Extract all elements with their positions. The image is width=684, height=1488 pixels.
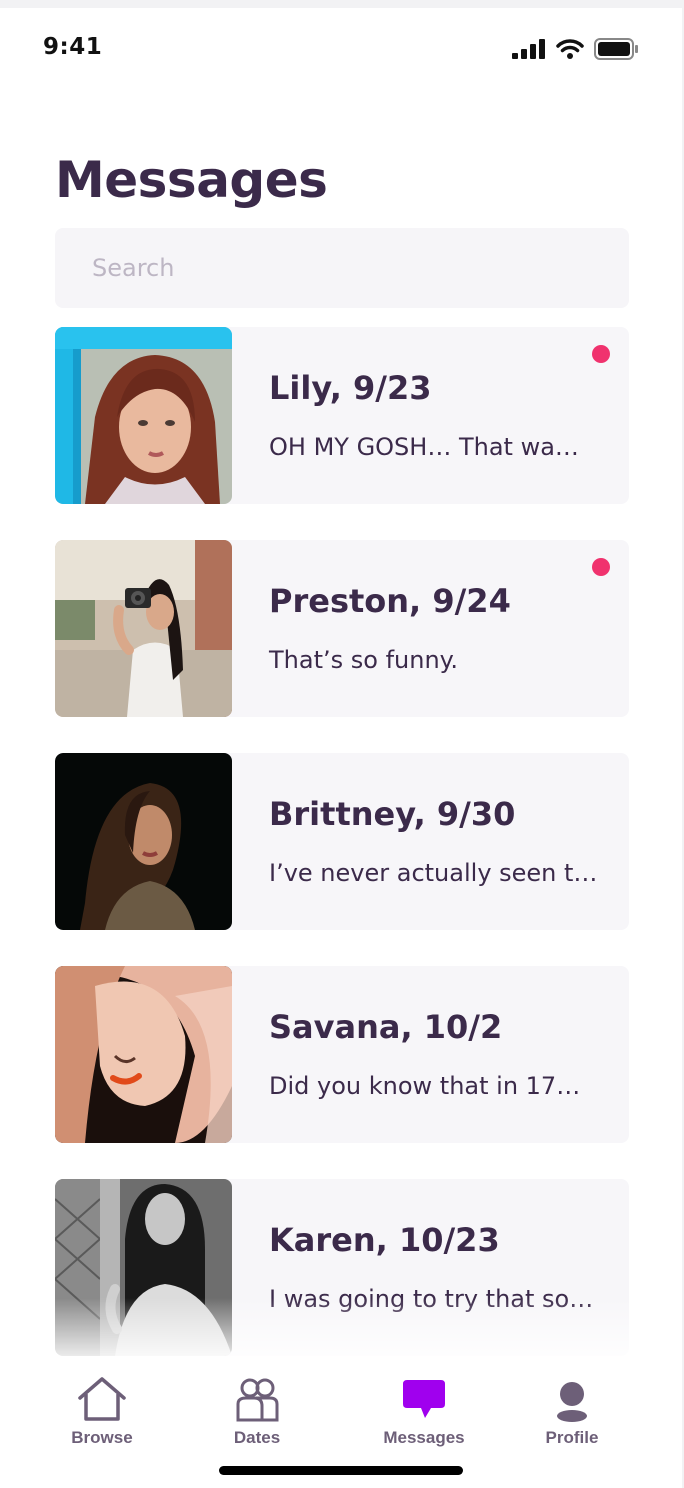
person-icon (512, 1376, 632, 1422)
avatar (55, 966, 232, 1143)
conversation-name: Savana, 10/2 (269, 1008, 503, 1046)
tab-profile[interactable]: Profile (512, 1376, 632, 1448)
message-preview: Did you know that in 17… (269, 1072, 581, 1100)
messages-screen: 9:41 Messages Search Lily, 9/23 OH MY GO… (0, 8, 682, 1488)
conversation-name: Brittney, 9/30 (269, 795, 516, 833)
conversation-card[interactable]: Brittney, 9/30 I’ve never actually seen … (55, 753, 629, 930)
message-preview: I’ve never actually seen t… (269, 859, 598, 887)
unread-indicator (592, 558, 610, 576)
avatar (55, 753, 232, 930)
status-icons (512, 38, 638, 64)
search-input[interactable] (55, 228, 629, 308)
tab-dates[interactable]: Dates (197, 1376, 317, 1448)
page-title: Messages (55, 151, 328, 209)
conversation-card[interactable]: Preston, 9/24 That’s so funny. (55, 540, 629, 717)
conversation-card[interactable]: Lily, 9/23 OH MY GOSH… That wa… (55, 327, 629, 504)
message-preview: That’s so funny. (269, 646, 459, 674)
status-time: 9:41 (43, 34, 103, 60)
home-icon (42, 1376, 162, 1422)
wifi-icon (556, 39, 584, 63)
message-preview: I was going to try that so… (269, 1285, 594, 1313)
tab-label: Profile (545, 1428, 599, 1447)
unread-indicator (592, 345, 610, 363)
conversation-name: Lily, 9/23 (269, 369, 432, 407)
conversation-card[interactable]: Karen, 10/23 I was going to try that so… (55, 1179, 629, 1356)
home-indicator[interactable] (219, 1466, 463, 1475)
cellular-signal-icon (512, 39, 546, 63)
tab-label: Messages (383, 1428, 465, 1447)
battery-icon (594, 38, 638, 64)
message-preview: OH MY GOSH… That wa… (269, 433, 579, 461)
tab-label: Dates (233, 1428, 281, 1447)
people-icon (197, 1376, 317, 1422)
conversation-name: Preston, 9/24 (269, 582, 511, 620)
chat-bubble-icon (364, 1376, 484, 1422)
tab-messages[interactable]: Messages (364, 1376, 484, 1448)
tab-browse[interactable]: Browse (42, 1376, 162, 1448)
avatar (55, 540, 232, 717)
tab-label: Browse (71, 1428, 133, 1447)
conversation-name: Karen, 10/23 (269, 1221, 500, 1259)
conversation-card[interactable]: Savana, 10/2 Did you know that in 17… (55, 966, 629, 1143)
avatar (55, 327, 232, 504)
avatar (55, 1179, 232, 1356)
